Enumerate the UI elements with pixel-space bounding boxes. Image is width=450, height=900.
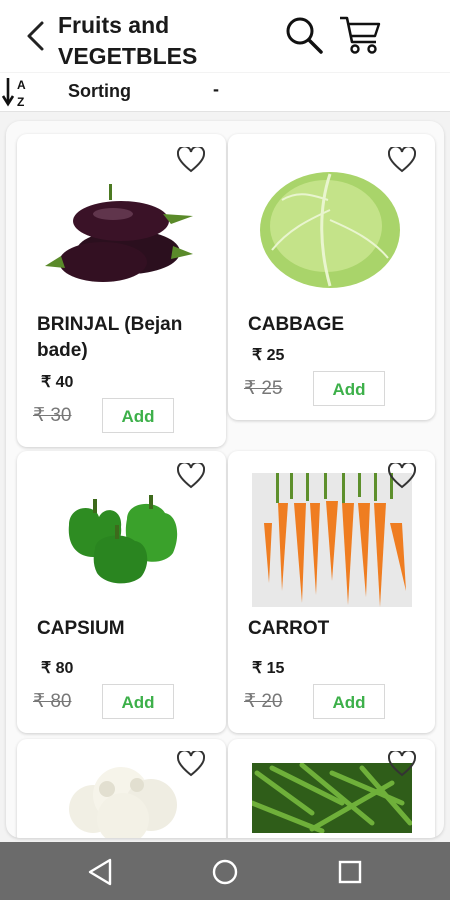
sort-az-icon[interactable]: A Z — [2, 75, 34, 109]
product-name: BRINJAL (Bejan bade) — [37, 312, 182, 364]
product-card-brinjal[interactable]: BRINJAL (Bejan bade) ₹ 40 ₹ 30 Add — [17, 134, 226, 447]
product-mrp: ₹ 30 — [33, 405, 72, 426]
search-icon[interactable] — [284, 15, 324, 55]
product-price: ₹ 15 — [252, 660, 285, 677]
product-name: CAPSIUM — [37, 616, 125, 642]
cart-icon[interactable] — [338, 14, 382, 56]
product-card-capsium[interactable]: CAPSIUM ₹ 80 ₹ 80 Add — [17, 451, 226, 733]
cauliflower-image — [69, 767, 177, 838]
sort-label: Sorting — [68, 81, 131, 101]
nav-recents-icon[interactable] — [332, 854, 368, 890]
sort-value[interactable]: - — [213, 79, 219, 100]
add-button[interactable]: Add — [102, 398, 174, 433]
product-name: CARROT — [248, 616, 329, 642]
page-title-line2: VEGETBLES — [58, 43, 198, 69]
product-name-line1: CABBAGE — [248, 314, 345, 335]
nav-home-icon[interactable] — [207, 854, 243, 890]
nav-back-icon[interactable] — [82, 854, 118, 890]
product-card-beans[interactable] — [228, 739, 435, 838]
product-name-line1: CARROT — [248, 618, 330, 639]
heart-icon[interactable] — [177, 463, 205, 489]
page-title-line1: Fruits and — [58, 12, 170, 38]
product-name-line1: BRINJAL (Bejan — [37, 314, 183, 335]
add-button[interactable]: Add — [102, 684, 174, 719]
cabbage-image — [260, 172, 400, 288]
product-card-cabbage[interactable]: CABBAGE ₹ 25 ₹ 25 Add — [228, 134, 435, 420]
capsicum-image — [68, 495, 178, 584]
heart-icon[interactable] — [388, 463, 416, 489]
heart-icon[interactable] — [177, 147, 205, 173]
product-price: ₹ 25 — [252, 347, 285, 364]
page-title: Fruits and VEGETBLES — [58, 10, 197, 72]
carrot-image — [252, 473, 412, 607]
product-price: ₹ 40 — [41, 374, 74, 391]
product-price: ₹ 80 — [41, 660, 74, 677]
add-button[interactable]: Add — [313, 684, 385, 719]
product-grid: BRINJAL (Bejan bade) ₹ 40 ₹ 30 Add CABBA… — [6, 121, 444, 838]
product-card-carrot[interactable]: CARROT ₹ 15 ₹ 20 Add — [228, 451, 435, 733]
product-mrp: ₹ 25 — [244, 378, 283, 399]
product-name-line2: bade) — [37, 340, 88, 361]
product-name-line1: CAPSIUM — [37, 618, 125, 639]
sort-bar[interactable]: A Z Sorting - — [0, 73, 450, 112]
chevron-left-icon[interactable] — [22, 20, 50, 52]
brinjal-image — [45, 184, 193, 282]
product-name: CABBAGE — [248, 312, 344, 338]
app-header: Fruits and VEGETBLES — [0, 0, 450, 72]
svg-text:A: A — [17, 78, 26, 92]
product-card-cauliflower[interactable] — [17, 739, 226, 838]
svg-text:Z: Z — [17, 95, 24, 109]
product-mrp: ₹ 80 — [33, 691, 72, 712]
product-mrp: ₹ 20 — [244, 691, 283, 712]
heart-icon[interactable] — [388, 751, 416, 777]
add-button[interactable]: Add — [313, 371, 385, 406]
system-nav-bar — [0, 842, 450, 900]
